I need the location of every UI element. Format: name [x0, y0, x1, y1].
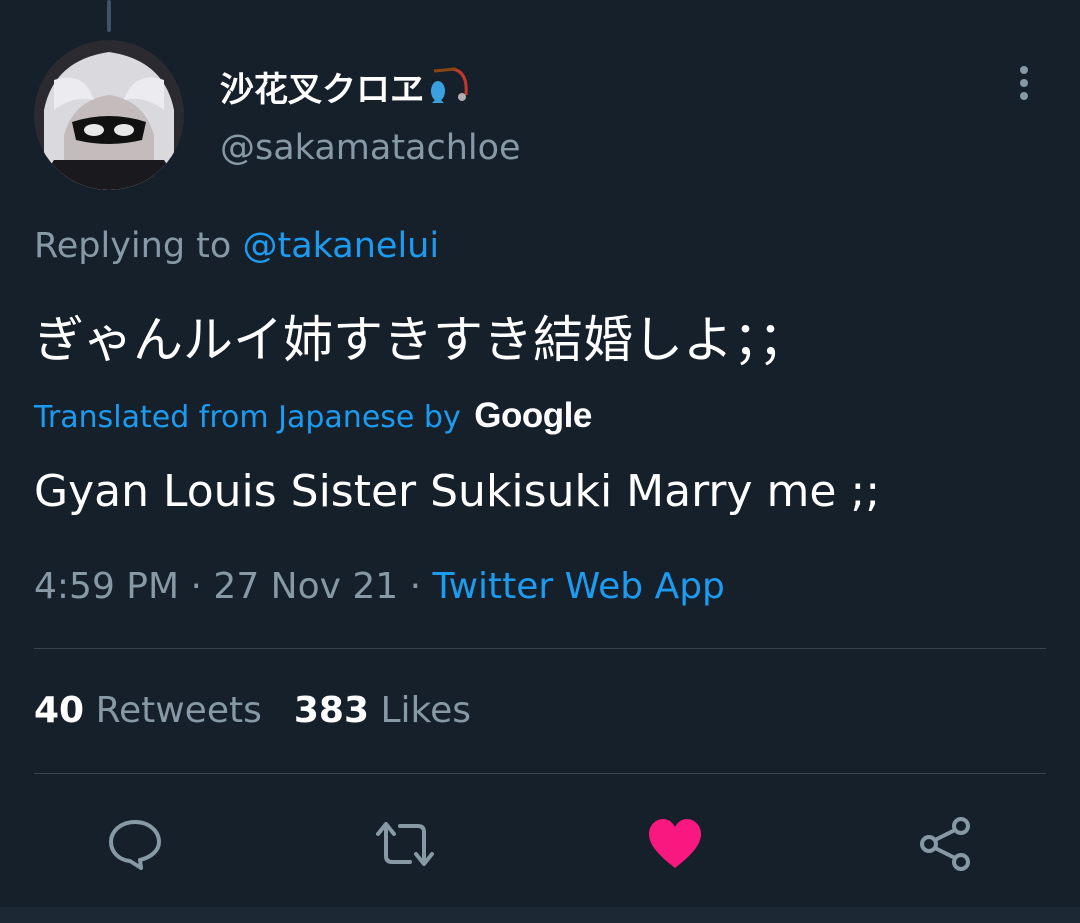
- divider: [34, 648, 1046, 649]
- engagement-stats: 40 Retweets 383 Likes: [34, 690, 471, 731]
- translation-attribution[interactable]: Translated from Japanese by Google: [34, 396, 592, 436]
- likes-stat[interactable]: 383 Likes: [294, 690, 471, 731]
- tweet-time[interactable]: 4:59 PM: [34, 566, 179, 607]
- retweets-stat[interactable]: 40 Retweets: [34, 690, 262, 731]
- tweet-source-link[interactable]: Twitter Web App: [433, 566, 725, 607]
- user-handle[interactable]: @sakamatachloe: [220, 128, 521, 168]
- thread-line: [107, 0, 111, 32]
- meta-separator: ·: [409, 566, 422, 607]
- retweets-label: Retweets: [95, 690, 262, 731]
- tweet-text: ぎゃんルイ姉すきすき結婚しよ；；: [34, 311, 808, 369]
- more-icon[interactable]: [1014, 66, 1034, 106]
- google-brand: Google: [474, 396, 592, 435]
- like-icon[interactable]: [647, 816, 703, 872]
- avatar[interactable]: [34, 40, 184, 190]
- bottom-bar: [0, 907, 1080, 923]
- tweet-meta: 4:59 PM · 27 Nov 21 · Twitter Web App: [34, 566, 725, 607]
- replying-prefix: Replying to: [34, 226, 232, 266]
- retweet-icon[interactable]: [374, 816, 434, 872]
- display-name[interactable]: 沙花叉クロヱ: [220, 62, 470, 118]
- retweets-count: 40: [34, 690, 85, 731]
- tweet-date[interactable]: 27 Nov 21: [213, 566, 398, 607]
- reply-icon[interactable]: [107, 816, 163, 872]
- share-icon[interactable]: [917, 816, 973, 872]
- fishing-rod-emoji-icon: [426, 65, 470, 118]
- replying-to: Replying to @takanelui: [34, 226, 439, 266]
- translated-text: Gyan Louis Sister Sukisuki Marry me ;;: [34, 466, 881, 517]
- divider: [34, 773, 1046, 774]
- meta-separator: ·: [190, 566, 202, 607]
- display-name-text: 沙花叉クロヱ: [220, 70, 424, 110]
- likes-count: 383: [293, 690, 369, 731]
- reply-mention-link[interactable]: @takanelui: [242, 226, 439, 266]
- translated-label: Translated from Japanese by: [34, 400, 461, 435]
- likes-label: Likes: [380, 690, 471, 731]
